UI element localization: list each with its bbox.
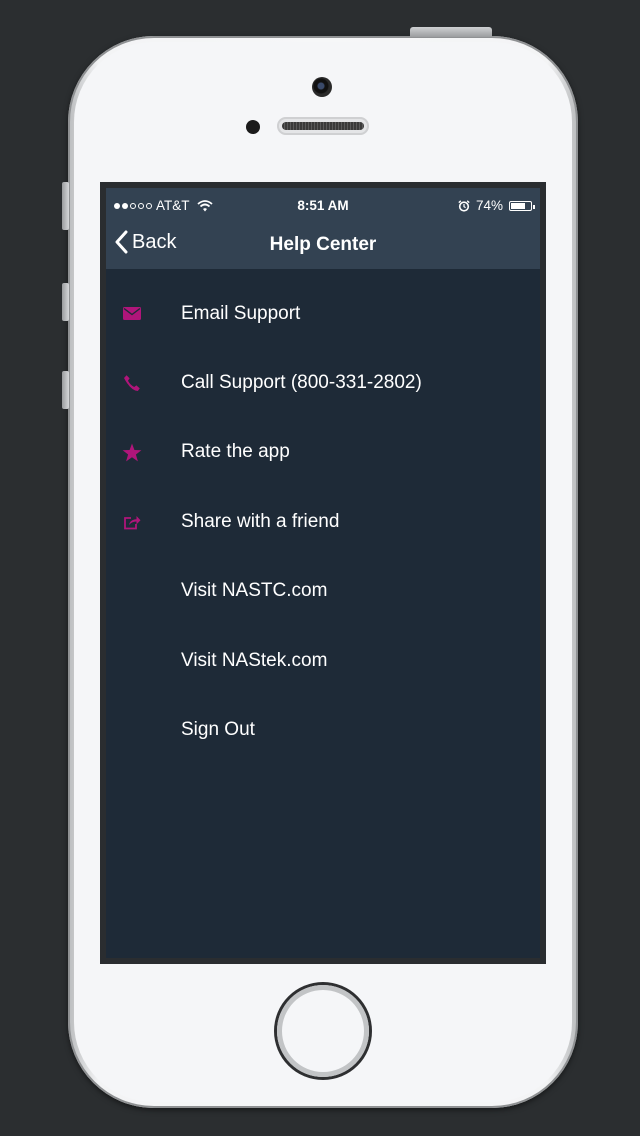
email-support-item[interactable]: Email Support [106, 279, 540, 348]
visit-nastek-item[interactable]: Visit NAStek.com [106, 626, 540, 695]
volume-down-button [62, 371, 69, 409]
sign-out-item[interactable]: Sign Out [106, 695, 540, 764]
menu-item-label: Rate the app [181, 441, 290, 463]
navigation-bar: Back Help Center [106, 224, 540, 269]
alarm-icon [458, 199, 470, 212]
menu-item-label: Email Support [181, 302, 301, 324]
menu-item-label: Call Support (800-331-2802) [181, 372, 422, 394]
screen-content: AT&T 8:51 AM 74% Back Help Center Email … [106, 188, 540, 958]
volume-up-button [62, 283, 69, 321]
menu-item-label: Visit NASTC.com [181, 580, 328, 602]
status-right: 74% [458, 198, 535, 213]
proximity-sensor [246, 120, 260, 134]
mute-switch [62, 182, 69, 230]
power-button [410, 27, 492, 37]
menu-item-label: Share with a friend [181, 510, 340, 532]
help-menu: Email Support Call Support (800-331-2802… [106, 279, 540, 765]
battery-icon [509, 200, 535, 211]
screen: AT&T 8:51 AM 74% Back Help Center Email … [100, 182, 546, 964]
call-support-item[interactable]: Call Support (800-331-2802) [106, 348, 540, 417]
share-icon [120, 510, 144, 534]
front-camera [312, 77, 332, 97]
rate-app-item[interactable]: Rate the app [106, 418, 540, 487]
battery-fill [511, 202, 526, 209]
menu-item-label: Visit NAStek.com [181, 649, 328, 671]
home-button[interactable] [277, 985, 369, 1077]
menu-item-label: Sign Out [181, 719, 255, 741]
earpiece-speaker [277, 117, 369, 135]
status-bar: AT&T 8:51 AM 74% [106, 188, 540, 224]
visit-nastc-item[interactable]: Visit NASTC.com [106, 557, 540, 626]
battery-tip [533, 204, 535, 209]
star-icon [120, 440, 144, 464]
mail-icon [120, 302, 144, 326]
share-item[interactable]: Share with a friend [106, 487, 540, 556]
header: AT&T 8:51 AM 74% Back Help Center [106, 188, 540, 269]
battery-percent: 74% [475, 198, 503, 213]
phone-icon [120, 371, 144, 395]
page-title: Help Center [269, 234, 377, 255]
